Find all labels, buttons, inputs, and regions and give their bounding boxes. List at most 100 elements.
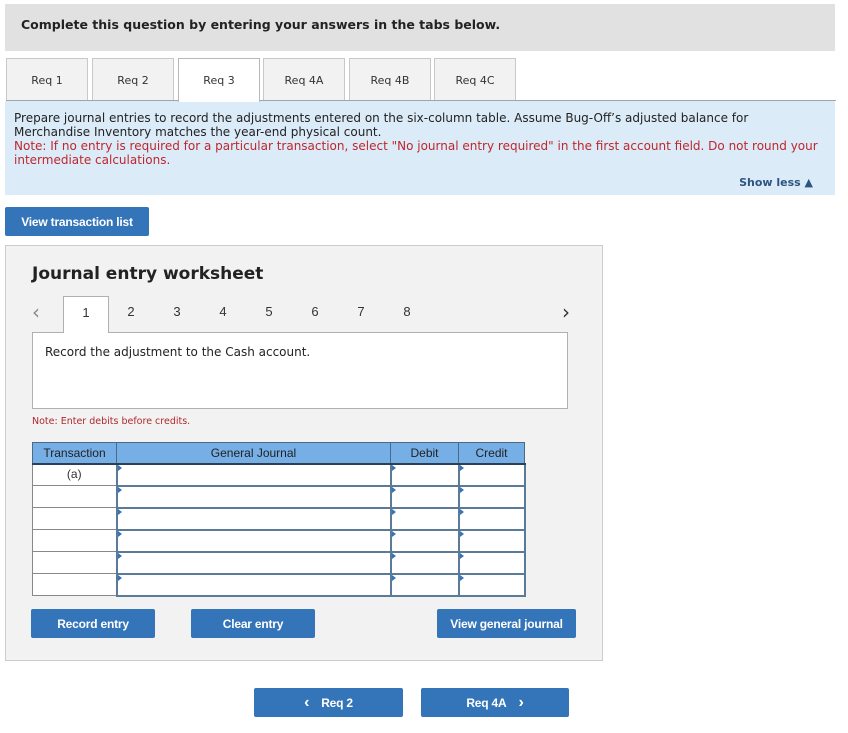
worksheet-title: Journal entry worksheet	[32, 264, 264, 284]
page-7[interactable]: 7	[351, 304, 371, 319]
page-5[interactable]: 5	[259, 304, 279, 319]
col-transaction: Transaction	[32, 442, 117, 465]
transaction-cell	[32, 551, 117, 574]
tab-req-4b[interactable]: Req 4B	[349, 58, 431, 101]
page-1[interactable]: 1	[63, 296, 109, 333]
dropdown-marker-icon	[117, 508, 122, 515]
account-cell[interactable]	[115, 528, 392, 553]
record-entry-button[interactable]: Record entry	[31, 609, 155, 638]
dropdown-marker-icon	[391, 464, 396, 471]
tab-req-4c[interactable]: Req 4C	[434, 58, 516, 101]
prev-req-label: Req 2	[321, 695, 353, 710]
account-input[interactable]	[117, 530, 390, 551]
transaction-cell	[32, 485, 117, 508]
page-6[interactable]: 6	[305, 304, 325, 319]
entry-description-box: Record the adjustment to the Cash accoun…	[32, 332, 568, 409]
page-4[interactable]: 4	[213, 304, 233, 319]
transaction-cell	[32, 573, 117, 596]
account-cell[interactable]	[115, 484, 392, 509]
account-input[interactable]	[117, 508, 390, 529]
tab-req-3[interactable]: Req 3	[178, 58, 260, 102]
account-cell[interactable]	[115, 506, 392, 531]
account-cell[interactable]	[115, 462, 392, 487]
debit-cell[interactable]	[389, 484, 460, 509]
clear-entry-button[interactable]: Clear entry	[191, 609, 315, 638]
col-general-journal: General Journal	[116, 442, 391, 465]
debit-input[interactable]	[391, 530, 458, 551]
credit-cell[interactable]	[457, 506, 526, 531]
page-8[interactable]: 8	[397, 304, 417, 319]
chevron-right-icon: ›	[518, 693, 524, 711]
debit-cell[interactable]	[389, 462, 460, 487]
dropdown-marker-icon	[459, 530, 464, 537]
debit-input[interactable]	[391, 508, 458, 529]
debit-input[interactable]	[391, 486, 458, 507]
instructions-panel: Prepare journal entries to record the ad…	[5, 101, 835, 195]
chevron-left-icon: ‹	[304, 693, 310, 711]
journal-table: Transaction General Journal Debit Credit…	[32, 442, 526, 597]
page-2[interactable]: 2	[121, 304, 141, 319]
dropdown-marker-icon	[459, 508, 464, 515]
table-row	[32, 528, 526, 553]
account-input[interactable]	[117, 486, 390, 507]
credit-input[interactable]	[459, 486, 524, 507]
journal-entry-worksheet: Journal entry worksheet ‹ 1 2 3 4 5 6 7 …	[5, 245, 603, 661]
page-3[interactable]: 3	[167, 304, 187, 319]
next-req-button[interactable]: Req 4A ›	[421, 688, 569, 717]
prev-req-button[interactable]: ‹ Req 2	[254, 688, 403, 717]
dropdown-marker-icon	[391, 552, 396, 559]
tab-req-2[interactable]: Req 2	[92, 58, 174, 101]
chevron-right-icon[interactable]: ›	[562, 300, 570, 324]
credit-input[interactable]	[459, 530, 524, 551]
dropdown-marker-icon	[117, 574, 122, 581]
table-row	[32, 506, 526, 531]
credit-input[interactable]	[459, 552, 524, 573]
page-title: Complete this question by entering your …	[21, 17, 501, 32]
account-input[interactable]	[117, 552, 390, 573]
dropdown-marker-icon	[117, 552, 122, 559]
credit-input[interactable]	[459, 574, 524, 595]
credit-input[interactable]	[459, 508, 524, 529]
debit-cell[interactable]	[389, 506, 460, 531]
account-cell[interactable]	[115, 550, 392, 575]
tab-req-1[interactable]: Req 1	[6, 58, 88, 101]
entry-pager: ‹ 1 2 3 4 5 6 7 8 ›	[6, 296, 604, 333]
table-row	[32, 550, 526, 575]
view-transaction-list-button[interactable]: View transaction list	[5, 207, 149, 236]
chevron-left-icon[interactable]: ‹	[32, 300, 40, 324]
dropdown-marker-icon	[391, 486, 396, 493]
table-row	[32, 484, 526, 509]
instructions-text: Prepare journal entries to record the ad…	[14, 111, 749, 139]
dropdown-marker-icon	[117, 530, 122, 537]
tab-req-4a[interactable]: Req 4A	[263, 58, 345, 101]
show-less-link[interactable]: Show less ▲	[739, 176, 813, 189]
credit-cell[interactable]	[457, 572, 526, 597]
table-row: (a)	[32, 462, 526, 487]
instructions-note: Note: If no entry is required for a part…	[14, 139, 818, 167]
dropdown-marker-icon	[117, 486, 122, 493]
debit-input[interactable]	[391, 464, 458, 485]
debit-cell[interactable]	[389, 550, 460, 575]
credit-cell[interactable]	[457, 550, 526, 575]
header-bar: Complete this question by entering your …	[5, 4, 835, 51]
transaction-cell	[32, 529, 117, 552]
dropdown-marker-icon	[459, 574, 464, 581]
account-input[interactable]	[117, 574, 390, 595]
debits-note: Note: Enter debits before credits.	[32, 416, 191, 427]
debit-cell[interactable]	[389, 572, 460, 597]
dropdown-marker-icon	[391, 508, 396, 515]
account-cell[interactable]	[115, 572, 392, 597]
transaction-cell: (a)	[32, 463, 117, 486]
credit-cell[interactable]	[457, 528, 526, 553]
dropdown-marker-icon	[459, 552, 464, 559]
credit-cell[interactable]	[457, 462, 526, 487]
account-input[interactable]	[117, 464, 390, 485]
debit-cell[interactable]	[389, 528, 460, 553]
credit-cell[interactable]	[457, 484, 526, 509]
view-general-journal-button[interactable]: View general journal	[437, 609, 576, 638]
debit-input[interactable]	[391, 552, 458, 573]
table-row	[32, 572, 526, 597]
debit-input[interactable]	[391, 574, 458, 595]
credit-input[interactable]	[459, 464, 524, 485]
dropdown-marker-icon	[391, 530, 396, 537]
